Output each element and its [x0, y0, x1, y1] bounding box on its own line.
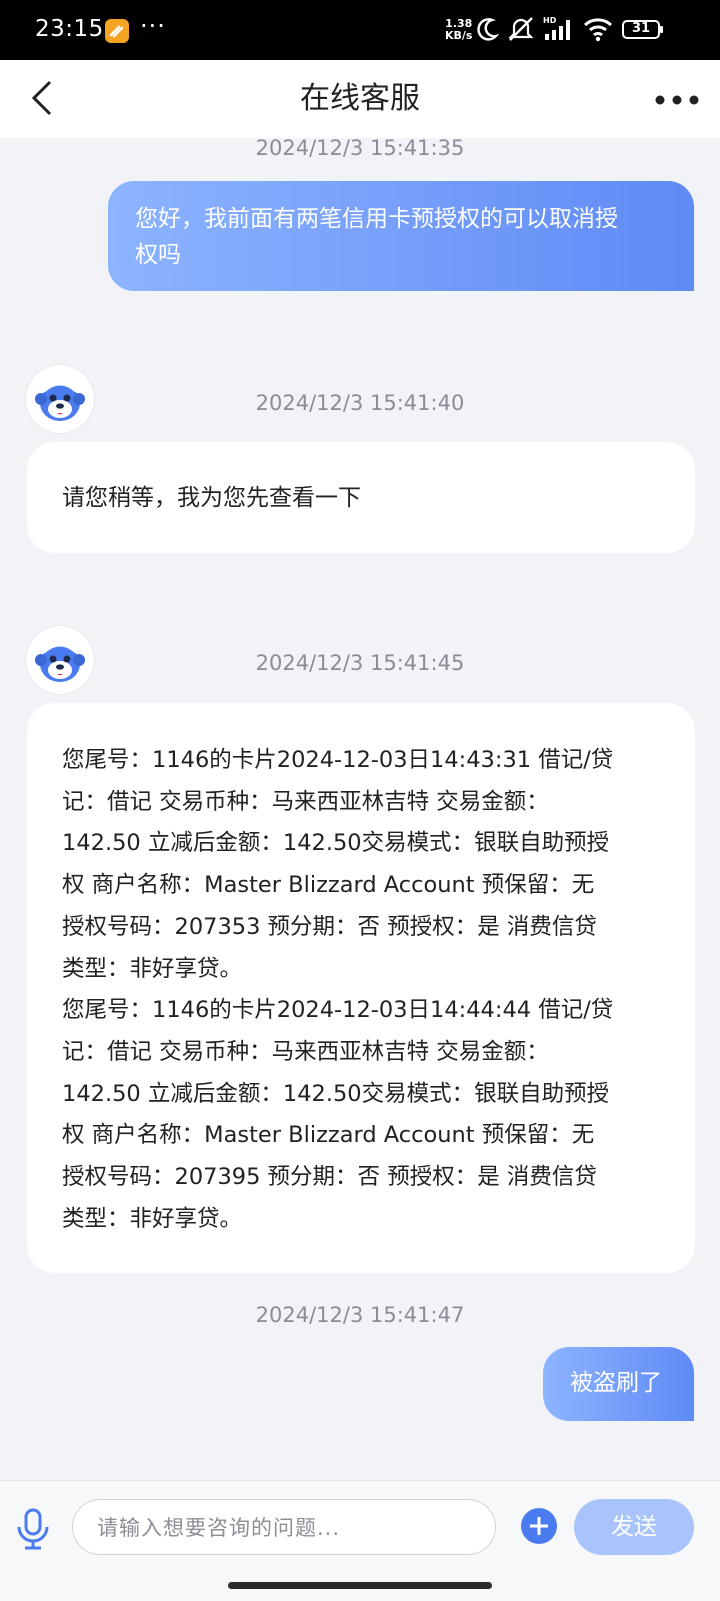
mute-icon: [508, 17, 534, 41]
battery-icon: 31: [622, 14, 664, 44]
message-line: 142.50 立减后金额：142.50交易模式：银联自助预授: [62, 1080, 610, 1107]
bot-message-bubble[interactable]: 您尾号：1146的卡片2024-12-03日14:43:31 借记/贷 记：借记…: [27, 703, 695, 1273]
send-button[interactable]: 发送: [574, 1499, 694, 1555]
battery-level: 31: [631, 21, 651, 36]
message-line: 授权号码：207353 预分期：否 预授权：是 消费信贷: [62, 913, 597, 940]
nav-bar: 在线客服: [0, 60, 720, 138]
net-speed: 1.38 KB/s: [445, 18, 472, 42]
message-timestamp: 2024/12/3 15:41:45: [255, 651, 465, 675]
hd-signal-icon: HD: [543, 16, 570, 40]
message-line: 142.50 立减后金额：142.50交易模式：银联自助预授: [62, 830, 610, 857]
bot-message-bubble[interactable]: 请您稍等，我为您先查看一下: [27, 442, 695, 553]
app-notification-icon: [105, 19, 129, 43]
svg-text:HD: HD: [543, 16, 557, 25]
user-message-bubble[interactable]: 被盗刷了: [543, 1347, 694, 1421]
wifi-icon: [583, 18, 613, 42]
message-line: 记：借记 交易币种：马来西亚林吉特 交易金额：: [62, 1038, 549, 1065]
message-input-field[interactable]: [72, 1499, 496, 1555]
message-line: 您好，我前面有两笔信用卡预授权的可以取消授: [135, 206, 618, 232]
moon-icon: [477, 18, 500, 41]
microphone-icon[interactable]: [14, 1507, 52, 1551]
message-line: 权 商户名称：Master Blizzard Account 预保留：无: [62, 872, 595, 899]
user-message-bubble[interactable]: 您好，我前面有两笔信用卡预授权的可以取消授 权吗: [108, 181, 694, 291]
message-line: 您尾号：1146的卡片2024-12-03日14:43:31 借记/贷: [62, 747, 614, 773]
chevron-left-icon[interactable]: [26, 78, 66, 118]
status-bar: 23:15 ··· 1.38 KB/s HD 31: [0, 0, 720, 60]
message-line: 类型：非好享贷。: [62, 955, 243, 982]
more-dots-icon[interactable]: [652, 82, 702, 118]
message-line: 权吗: [135, 242, 181, 268]
message-line: 授权号码：207395 预分期：否 预授权：是 消费信贷: [62, 1164, 597, 1191]
message-line: 记：借记 交易币种：马来西亚林吉特 交易金额：: [62, 788, 549, 815]
message-line: 被盗刷了: [570, 1370, 662, 1396]
message-line: 请您稍等，我为您先查看一下: [62, 485, 361, 511]
message-line: 类型：非好享贷。: [62, 1205, 243, 1232]
message-line: 权 商户名称：Master Blizzard Account 预保留：无: [62, 1122, 595, 1149]
status-more-indicator: ···: [140, 12, 166, 40]
message-timestamp: 2024/12/3 15:41:47: [255, 1303, 465, 1327]
message-timestamp: 2024/12/3 15:41:35: [255, 136, 465, 160]
net-speed-unit: KB/s: [445, 29, 473, 42]
page-title: 在线客服: [300, 81, 420, 116]
home-indicator[interactable]: [228, 1582, 492, 1589]
message-line: 您尾号：1146的卡片2024-12-03日14:44:44 借记/贷: [62, 997, 614, 1024]
status-time: 23:15: [35, 16, 104, 42]
plus-circle-icon[interactable]: [520, 1507, 558, 1545]
message-input[interactable]: [95, 1508, 479, 1548]
message-timestamp: 2024/12/3 15:41:40: [255, 391, 465, 415]
